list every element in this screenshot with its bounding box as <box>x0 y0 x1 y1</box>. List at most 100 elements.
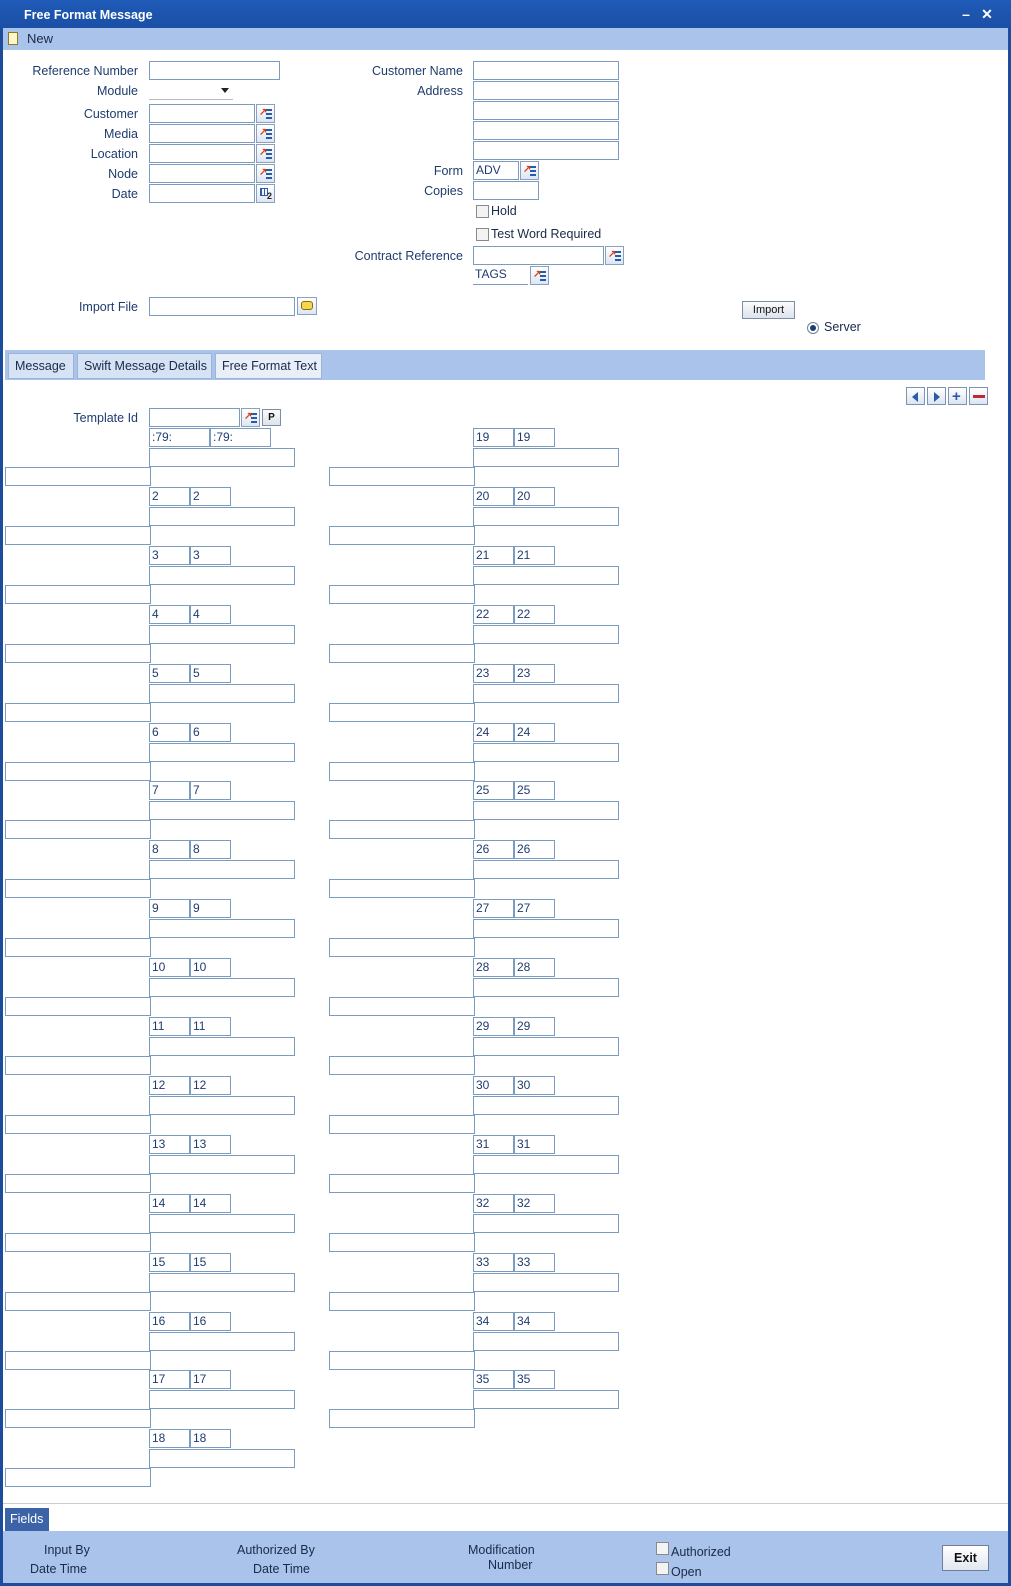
tag-text-field[interactable] <box>149 919 295 938</box>
tag-value-field[interactable]: 15 <box>190 1253 231 1272</box>
tag-value-field[interactable]: 25 <box>514 781 555 800</box>
tag-value-field[interactable]: 27 <box>514 899 555 918</box>
tag-code-field[interactable]: 21 <box>473 546 514 565</box>
tag-extra-field[interactable] <box>5 762 151 781</box>
tag-text-field[interactable] <box>473 1214 619 1233</box>
address-line-1[interactable] <box>473 81 619 100</box>
tag-extra-field[interactable] <box>329 1115 475 1134</box>
tag-value-field[interactable]: 33 <box>514 1253 555 1272</box>
tag-text-field[interactable] <box>149 860 295 879</box>
tag-extra-field[interactable] <box>329 1233 475 1252</box>
tag-extra-field[interactable] <box>5 997 151 1016</box>
tag-value-field[interactable]: 5 <box>190 664 231 683</box>
tag-value-field[interactable]: 31 <box>514 1135 555 1154</box>
tag-extra-field[interactable] <box>5 467 151 486</box>
tag-extra-field[interactable] <box>5 1056 151 1075</box>
tag-extra-field[interactable] <box>329 938 475 957</box>
tag-code-field[interactable]: 3 <box>149 546 190 565</box>
location-field[interactable] <box>149 144 255 163</box>
tag-code-field[interactable]: 2 <box>149 487 190 506</box>
tag-code-field[interactable]: 32 <box>473 1194 514 1213</box>
tag-code-field[interactable]: :79: <box>149 428 210 447</box>
tag-extra-field[interactable] <box>5 585 151 604</box>
tag-extra-field[interactable] <box>5 1468 151 1487</box>
tag-code-field[interactable]: 35 <box>473 1370 514 1389</box>
tag-extra-field[interactable] <box>5 526 151 545</box>
form-field[interactable]: ADV <box>473 161 519 180</box>
fields-tab[interactable]: Fields <box>5 1508 49 1531</box>
tag-text-field[interactable] <box>473 625 619 644</box>
tag-value-field[interactable]: 24 <box>514 723 555 742</box>
tag-text-field[interactable] <box>473 1390 619 1409</box>
tag-extra-field[interactable] <box>5 703 151 722</box>
contract-reference-lov-icon[interactable]: ↗ <box>605 246 624 265</box>
tags-field[interactable]: TAGS <box>473 266 528 285</box>
tag-text-field[interactable] <box>149 507 295 526</box>
tag-extra-field[interactable] <box>329 585 475 604</box>
tag-extra-field[interactable] <box>5 1409 151 1428</box>
p-button[interactable]: P <box>262 409 281 426</box>
tag-value-field[interactable]: 9 <box>190 899 231 918</box>
tag-text-field[interactable] <box>473 1273 619 1292</box>
tag-extra-field[interactable] <box>5 644 151 663</box>
tag-extra-field[interactable] <box>5 1115 151 1134</box>
tag-extra-field[interactable] <box>5 1233 151 1252</box>
tag-code-field[interactable]: 18 <box>149 1429 190 1448</box>
tag-extra-field[interactable] <box>329 1174 475 1193</box>
tag-text-field[interactable] <box>149 625 295 644</box>
tag-extra-field[interactable] <box>329 1056 475 1075</box>
tag-extra-field[interactable] <box>5 938 151 957</box>
import-button[interactable]: Import <box>742 301 795 319</box>
tag-value-field[interactable]: 12 <box>190 1076 231 1095</box>
tag-text-field[interactable] <box>473 860 619 879</box>
tag-code-field[interactable]: 29 <box>473 1017 514 1036</box>
node-lov-icon[interactable]: ↗ <box>256 164 275 183</box>
tag-value-field[interactable]: 30 <box>514 1076 555 1095</box>
tag-value-field[interactable]: 7 <box>190 781 231 800</box>
tag-text-field[interactable] <box>473 919 619 938</box>
tag-value-field[interactable]: 29 <box>514 1017 555 1036</box>
tag-text-field[interactable] <box>473 978 619 997</box>
tag-code-field[interactable]: 26 <box>473 840 514 859</box>
tag-value-field[interactable]: 17 <box>190 1370 231 1389</box>
tag-extra-field[interactable] <box>329 526 475 545</box>
tag-text-field[interactable] <box>149 1214 295 1233</box>
tag-extra-field[interactable] <box>5 879 151 898</box>
tag-code-field[interactable]: 5 <box>149 664 190 683</box>
tag-code-field[interactable]: 22 <box>473 605 514 624</box>
address-line-4[interactable] <box>473 141 619 160</box>
tag-text-field[interactable] <box>149 684 295 703</box>
tag-code-field[interactable]: 24 <box>473 723 514 742</box>
tab-message[interactable]: Message <box>8 353 74 379</box>
tag-text-field[interactable] <box>473 507 619 526</box>
open-checkbox[interactable] <box>656 1562 669 1575</box>
tag-value-field[interactable]: 2 <box>190 487 231 506</box>
tag-text-field[interactable] <box>149 1155 295 1174</box>
tag-extra-field[interactable] <box>329 997 475 1016</box>
module-select[interactable] <box>149 81 233 100</box>
tag-extra-field[interactable] <box>329 1351 475 1370</box>
tag-code-field[interactable]: 17 <box>149 1370 190 1389</box>
tag-code-field[interactable]: 15 <box>149 1253 190 1272</box>
tag-value-field[interactable]: :79: <box>210 428 271 447</box>
tag-value-field[interactable]: 13 <box>190 1135 231 1154</box>
tag-extra-field[interactable] <box>329 644 475 663</box>
import-file-field[interactable] <box>149 297 295 316</box>
tag-text-field[interactable] <box>473 1037 619 1056</box>
tag-value-field[interactable]: 14 <box>190 1194 231 1213</box>
tag-text-field[interactable] <box>149 1390 295 1409</box>
tag-value-field[interactable]: 23 <box>514 664 555 683</box>
tag-text-field[interactable] <box>473 1096 619 1115</box>
tag-value-field[interactable]: 28 <box>514 958 555 977</box>
previous-icon[interactable] <box>906 387 925 405</box>
template-lov-icon[interactable]: ↗ <box>241 408 260 427</box>
calendar-icon[interactable]: 2 <box>256 184 275 203</box>
tags-lov-icon[interactable]: ↗ <box>530 266 549 285</box>
tag-text-field[interactable] <box>149 1037 295 1056</box>
tag-extra-field[interactable] <box>329 467 475 486</box>
tag-code-field[interactable]: 27 <box>473 899 514 918</box>
tag-value-field[interactable]: 22 <box>514 605 555 624</box>
tag-code-field[interactable]: 19 <box>473 428 514 447</box>
tag-value-field[interactable]: 18 <box>190 1429 231 1448</box>
media-lov-icon[interactable]: ↗ <box>256 124 275 143</box>
